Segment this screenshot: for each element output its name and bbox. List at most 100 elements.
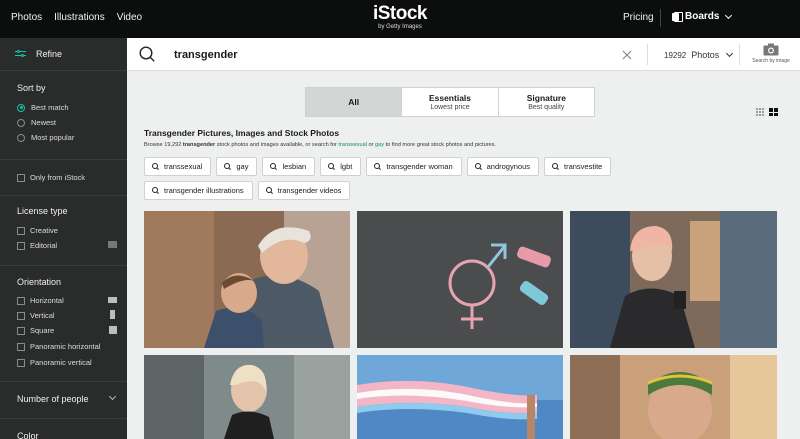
- chip-label: transsexual: [164, 162, 203, 171]
- checkbox-icon: [17, 226, 25, 235]
- divider: [0, 195, 127, 196]
- orientation-title: Orientation: [17, 277, 62, 287]
- chevron-down-icon: [725, 11, 733, 19]
- search-icon: [265, 187, 273, 194]
- mosaic-view-icon[interactable]: [769, 108, 778, 116]
- result-image-parent-child[interactable]: [144, 211, 350, 348]
- sort-newest[interactable]: Newest: [17, 118, 56, 127]
- checkbox-icon: [17, 296, 25, 305]
- search-icon: [374, 163, 381, 170]
- checkbox-label: Panoramic horizontal: [30, 342, 101, 351]
- radio-label: Best match: [31, 103, 69, 112]
- related-link-transsexual[interactable]: transsexual: [338, 142, 367, 148]
- media-type-select[interactable]: 19292 Photos: [664, 49, 734, 60]
- related-chip[interactable]: lgbt: [320, 157, 362, 176]
- related-link-gay[interactable]: gay: [375, 142, 384, 148]
- related-chip[interactable]: transgender woman: [366, 157, 462, 176]
- tab-essentials[interactable]: Essentials Lowest price: [402, 88, 499, 116]
- chip-label: transgender woman: [386, 162, 453, 171]
- related-chip[interactable]: gay: [216, 157, 258, 176]
- related-chip[interactable]: androgynous: [466, 157, 539, 176]
- desc-query: transgender: [182, 142, 216, 148]
- search-by-image-button[interactable]: Search by image: [749, 43, 793, 64]
- refine-label: Refine: [36, 49, 63, 59]
- grid-view-icon[interactable]: [756, 108, 764, 116]
- result-image-woman-headband[interactable]: [570, 355, 777, 439]
- refine-header[interactable]: Refine: [0, 38, 127, 71]
- results-heading: Transgender Pictures, Images and Stock P…: [144, 128, 340, 138]
- radio-selected-icon: [17, 103, 25, 112]
- boards-menu[interactable]: Boards: [672, 11, 733, 22]
- search-icon[interactable]: [139, 46, 155, 62]
- desc-text: or: [366, 142, 376, 148]
- collection-tabs: All Essentials Lowest price Signature Be…: [305, 87, 595, 117]
- related-searches: transsexual gay lesbian lgbt transgender…: [144, 157, 714, 200]
- tab-label: All: [348, 97, 360, 107]
- chip-label: lgbt: [340, 162, 353, 171]
- search-bar: transgender 19292 Photos Search by image: [127, 38, 800, 71]
- divider: [0, 381, 127, 382]
- tab-signature[interactable]: Signature Best quality: [499, 88, 594, 116]
- checkbox-label: Creative: [30, 226, 58, 235]
- only-from-istock-filter[interactable]: Only from iStock: [17, 173, 117, 182]
- result-image-woman-street[interactable]: [144, 355, 350, 439]
- sliders-icon: [15, 49, 26, 59]
- orientation-panoramic-vertical-filter[interactable]: Panoramic vertical: [17, 358, 117, 367]
- result-image-woman-phone[interactable]: [570, 211, 777, 348]
- license-creative-filter[interactable]: Creative: [17, 226, 117, 235]
- sort-best-match[interactable]: Best match: [17, 103, 69, 112]
- search-input[interactable]: transgender: [174, 49, 238, 61]
- boards-icon: [672, 12, 683, 22]
- orientation-horizontal-filter[interactable]: Horizontal: [17, 296, 117, 305]
- tab-sublabel: Best quality: [528, 104, 565, 111]
- chip-label: transgender illustrations: [164, 186, 244, 195]
- nav-divider: [660, 9, 661, 27]
- search-icon: [152, 187, 159, 194]
- chip-label: lesbian: [282, 162, 307, 171]
- divider: [647, 44, 648, 65]
- search-icon: [552, 163, 559, 170]
- orientation-square-filter[interactable]: Square: [17, 326, 117, 335]
- orientation-panoramic-horizontal-filter[interactable]: Panoramic horizontal: [17, 342, 117, 351]
- pricing-link[interactable]: Pricing: [623, 12, 654, 23]
- top-navigation-bar: Photos Illustrations Video iStock by Get…: [0, 0, 800, 38]
- logo-tagline: by Getty Images: [378, 24, 422, 30]
- checkbox-icon: [17, 358, 25, 367]
- view-toggle: [756, 108, 778, 116]
- search-by-image-label: Search by image: [752, 58, 790, 64]
- related-chip[interactable]: transsexual: [144, 157, 212, 176]
- related-chip[interactable]: transgender videos: [257, 181, 351, 200]
- checkbox-icon: [17, 173, 25, 182]
- orientation-vertical-filter[interactable]: Vertical: [17, 310, 117, 320]
- media-type-label: Photos: [691, 50, 720, 60]
- filter-sidebar: Refine Sort by Best match Newest Most po…: [0, 38, 127, 439]
- license-editorial-filter[interactable]: Editorial: [17, 241, 117, 250]
- related-chip[interactable]: lesbian: [262, 157, 316, 176]
- radio-icon: [17, 133, 25, 142]
- color-filter[interactable]: Color: [17, 431, 39, 439]
- desc-text: stock photos and images available, or se…: [215, 142, 339, 148]
- checkbox-icon: [17, 342, 25, 351]
- checkbox-label: Panoramic vertical: [30, 358, 92, 367]
- checkbox-label: Vertical: [30, 311, 55, 320]
- divider: [0, 265, 127, 266]
- divider: [0, 159, 127, 160]
- checkbox-label: Horizontal: [30, 296, 64, 305]
- result-image-chalk-symbol[interactable]: [357, 211, 563, 348]
- editorial-icon: [108, 241, 117, 248]
- checkbox-label: Only from iStock: [30, 173, 86, 182]
- results-description: Browse 19,292 transgender stock photos a…: [144, 142, 496, 148]
- related-chip[interactable]: transvestite: [544, 157, 612, 176]
- chevron-down-icon: [726, 49, 734, 58]
- checkbox-icon: [17, 241, 25, 250]
- tab-all[interactable]: All: [306, 88, 403, 116]
- close-icon[interactable]: [621, 49, 633, 61]
- number-of-people-filter[interactable]: Number of people: [17, 394, 89, 404]
- divider: [739, 44, 740, 65]
- chevron-down-icon[interactable]: [107, 392, 117, 401]
- search-icon: [224, 163, 231, 170]
- sort-most-popular[interactable]: Most popular: [17, 133, 74, 142]
- result-image-trans-flag[interactable]: [357, 355, 563, 439]
- related-chip[interactable]: transgender illustrations: [144, 181, 253, 200]
- radio-icon: [17, 118, 25, 127]
